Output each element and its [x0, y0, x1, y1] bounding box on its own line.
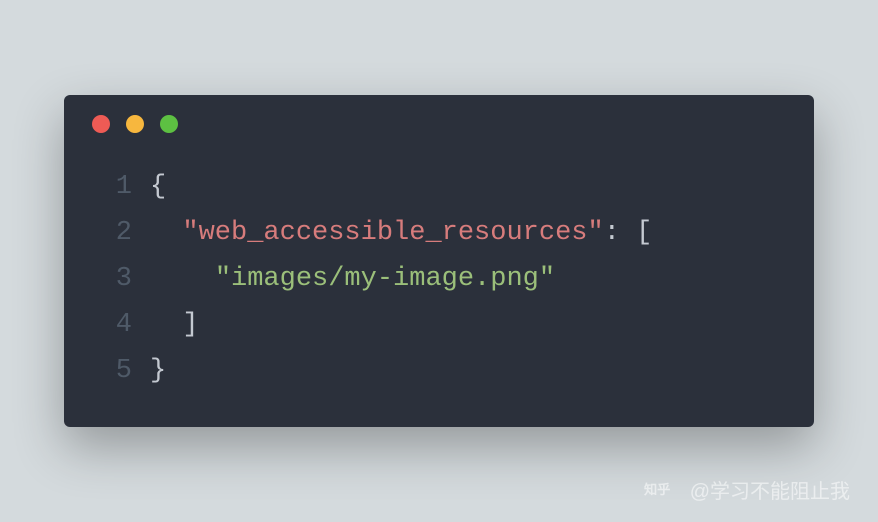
line-number: 1	[92, 165, 132, 211]
zhihu-logo-icon: 知乎	[644, 481, 680, 499]
code-window: 1{2 "web_accessible_resources": [3 "imag…	[64, 95, 814, 426]
minimize-icon[interactable]	[126, 115, 144, 133]
code-body: 1{2 "web_accessible_resources": [3 "imag…	[64, 141, 814, 426]
maximize-icon[interactable]	[160, 115, 178, 133]
code-line: 2 "web_accessible_resources": [	[92, 211, 786, 257]
line-content: "images/my-image.png"	[150, 257, 555, 303]
line-number: 4	[92, 303, 132, 349]
code-line: 1{	[92, 165, 786, 211]
close-icon[interactable]	[92, 115, 110, 133]
watermark-author: @学习不能阻止我	[690, 475, 850, 504]
code-line: 3 "images/my-image.png"	[92, 257, 786, 303]
watermark: 知乎 @学习不能阻止我	[644, 475, 850, 504]
line-content: {	[150, 165, 166, 211]
line-number: 2	[92, 211, 132, 257]
line-number: 5	[92, 349, 132, 395]
line-content: "web_accessible_resources": [	[150, 211, 652, 257]
code-line: 5}	[92, 349, 786, 395]
line-content: ]	[150, 303, 199, 349]
svg-text:知乎: 知乎	[644, 481, 670, 497]
line-content: }	[150, 349, 166, 395]
window-controls	[64, 95, 814, 141]
code-line: 4 ]	[92, 303, 786, 349]
line-number: 3	[92, 257, 132, 303]
